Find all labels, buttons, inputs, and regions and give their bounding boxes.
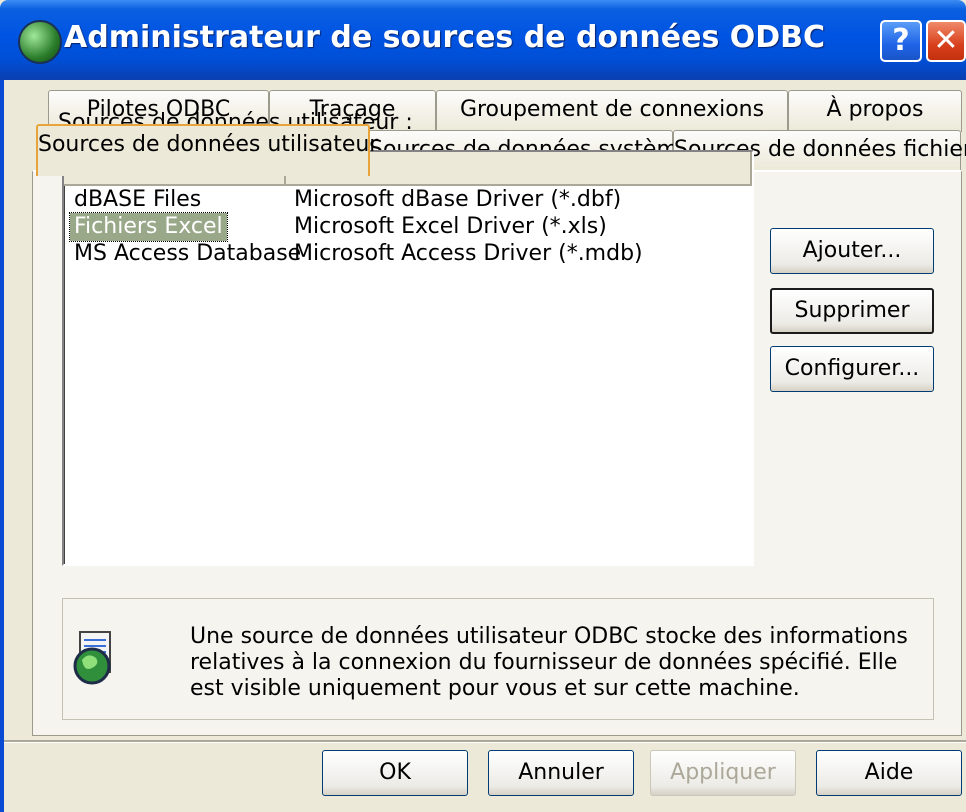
- list-item-driver: Microsoft Excel Driver (*.xls): [294, 214, 607, 239]
- data-sources-list[interactable]: Nom Pilote dBASE Files Microsoft dBase D…: [62, 150, 754, 566]
- list-item-name: MS Access Database: [74, 241, 302, 266]
- add-button[interactable]: Ajouter...: [770, 228, 934, 274]
- list-item[interactable]: Fichiers Excel Microsoft Excel Driver (*…: [64, 212, 744, 243]
- globe-db-icon: [18, 20, 62, 64]
- cancel-button[interactable]: Annuler: [488, 750, 634, 796]
- list-item-driver: Microsoft dBase Driver (*.dbf): [294, 187, 622, 212]
- remove-button[interactable]: Supprimer: [770, 288, 934, 334]
- ok-button[interactable]: OK: [322, 750, 468, 796]
- window-title: Administrateur de sources de données ODB…: [64, 20, 826, 55]
- footer-separator: [4, 740, 966, 743]
- list-item[interactable]: dBASE Files Microsoft dBase Driver (*.db…: [64, 186, 744, 216]
- list-item-name: dBASE Files: [74, 187, 202, 212]
- tab-a-propos[interactable]: À propos: [788, 90, 962, 132]
- info-text: Une source de données utilisateur ODBC s…: [190, 624, 908, 701]
- title-bar[interactable]: Administrateur de sources de données ODB…: [0, 0, 966, 80]
- list-item[interactable]: MS Access Database Microsoft Access Driv…: [64, 240, 744, 270]
- tab-groupement-connexions[interactable]: Groupement de connexions: [436, 90, 788, 132]
- list-item-driver: Microsoft Access Driver (*.mdb): [294, 241, 643, 266]
- configure-button[interactable]: Configurer...: [770, 346, 934, 392]
- database-globe-icon: [73, 631, 111, 685]
- list-item-name: Fichiers Excel: [69, 212, 228, 242]
- help-dialog-button[interactable]: Aide: [816, 750, 962, 796]
- apply-button[interactable]: Appliquer: [650, 750, 796, 796]
- tab-sources-utilisateur[interactable]: Sources de données utilisateur: [36, 124, 378, 176]
- close-icon[interactable]: ✕: [926, 20, 966, 62]
- help-button[interactable]: ?: [880, 20, 922, 62]
